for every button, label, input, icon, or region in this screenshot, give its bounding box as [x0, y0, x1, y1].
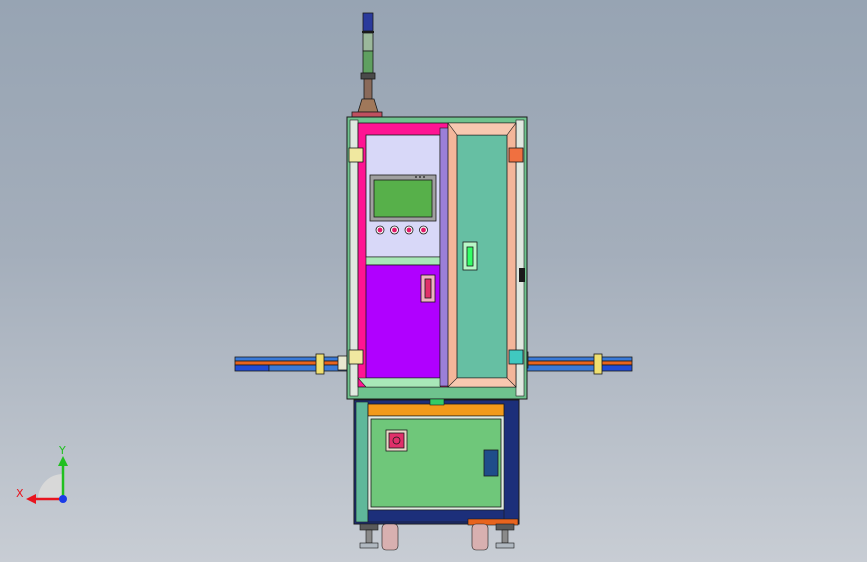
- hmi-screen: [373, 179, 433, 218]
- control-button-cap-3: [406, 227, 412, 233]
- caster-wheel: [471, 523, 489, 551]
- upper-cabinet: [346, 116, 528, 400]
- lower-cabinet: [353, 398, 520, 526]
- cad-viewport[interactable]: Y X: [0, 0, 867, 562]
- tower-light-blue: [362, 12, 374, 32]
- tower-light-green: [362, 50, 374, 74]
- tower-light-clear: [362, 32, 374, 52]
- left-conveyor-rail: [234, 353, 356, 375]
- signal-tower: [351, 12, 383, 118]
- hinge: [348, 147, 364, 163]
- triad-plane: [38, 474, 63, 499]
- tower-base: [357, 98, 379, 113]
- y-axis-label: Y: [58, 444, 66, 457]
- caster-wheel: [381, 523, 399, 551]
- feet: [359, 523, 515, 551]
- coordinate-triad: Y X: [16, 444, 68, 504]
- hinge: [348, 349, 364, 365]
- panel-divider: [365, 256, 441, 266]
- right-door-handle: [466, 246, 474, 267]
- control-button-cap-4: [421, 227, 426, 233]
- hinge: [508, 349, 524, 365]
- y-arrowhead: [58, 456, 68, 466]
- power-switch: [388, 432, 405, 449]
- right-conveyor-rail: [511, 351, 633, 375]
- hinge: [508, 147, 524, 163]
- x-arrowhead: [26, 494, 36, 504]
- control-button-cap-2: [392, 227, 397, 233]
- z-axis-dot: [59, 495, 67, 503]
- tower-pole: [363, 78, 373, 100]
- rail-clamp: [593, 353, 603, 375]
- lower-door-handle: [483, 449, 499, 477]
- rail-clamp: [315, 353, 325, 375]
- control-button-cap-1: [377, 227, 383, 233]
- left-door-handle: [424, 278, 432, 299]
- x-axis-label: X: [16, 487, 24, 500]
- orange-bar: [367, 403, 505, 417]
